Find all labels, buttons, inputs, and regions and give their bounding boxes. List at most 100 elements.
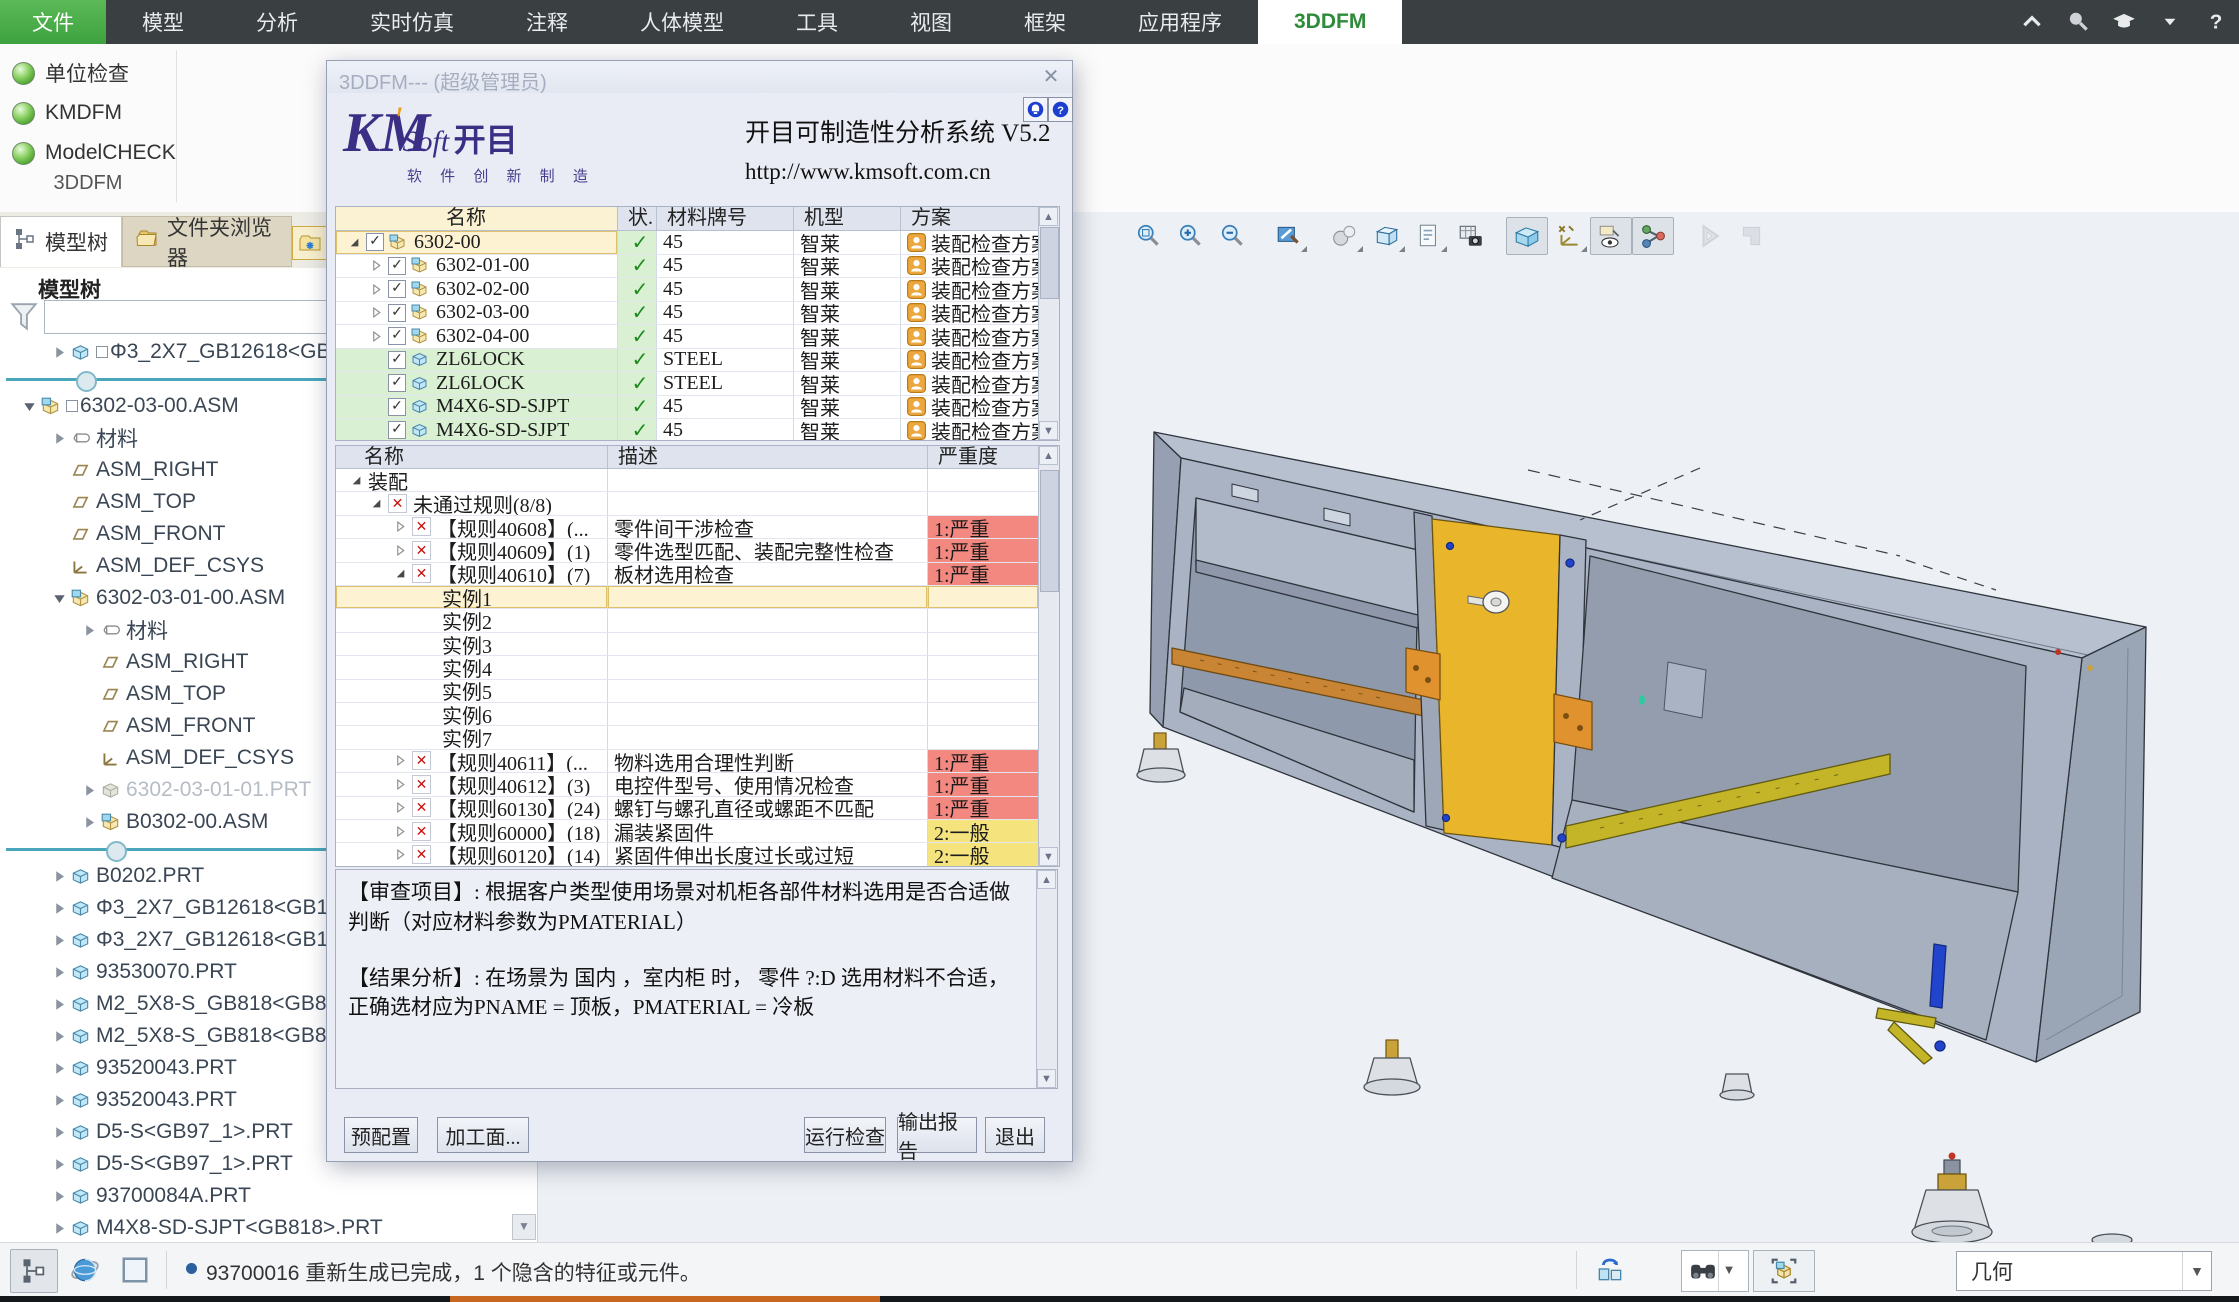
parts-col-机型[interactable]: 机型	[794, 207, 901, 231]
screen-capture-button[interactable]	[1450, 217, 1492, 255]
select-caret-icon[interactable]: ▼	[2182, 1252, 2211, 1290]
row-expander-closed[interactable]	[368, 281, 384, 297]
scroll-down[interactable]: ▼	[1039, 847, 1058, 866]
row-expander-open[interactable]	[346, 234, 362, 250]
rule-expander-closed[interactable]	[392, 823, 408, 839]
tree-item-93700084A.PRT[interactable]: 93700084A.PRT	[0, 1180, 537, 1212]
row-checkbox[interactable]: ✓	[388, 398, 406, 416]
help-icon[interactable]: ?	[2203, 9, 2229, 35]
menu-item-注释[interactable]: 注释	[490, 0, 604, 44]
menu-item-人体模型[interactable]: 人体模型	[604, 0, 760, 44]
tree-expander-closed[interactable]	[48, 430, 70, 446]
regenerate-icon[interactable]	[1594, 1253, 1626, 1285]
tree-expander-closed[interactable]	[48, 868, 70, 884]
display-style-button[interactable]	[1324, 217, 1366, 255]
rule-row[interactable]: ✕【规则40609】(1)零件选型匹配、装配完整性检查1:严重	[336, 539, 1039, 562]
row-checkbox[interactable]: ✓	[388, 421, 406, 439]
menu-item-模型[interactable]: 模型	[106, 0, 220, 44]
parts-table-scrollbar[interactable]: ▲▼	[1038, 207, 1059, 440]
rules-col-描述[interactable]: 描述	[608, 446, 928, 469]
rules-table-scrollbar[interactable]: ▲▼	[1038, 446, 1059, 866]
parts-row[interactable]: ✓6302-04-00✓45智莱装配检查方案	[336, 325, 1039, 349]
filter-icon[interactable]	[10, 300, 38, 334]
rule-expander-closed[interactable]	[392, 753, 408, 769]
menu-item-实时仿真[interactable]: 实时仿真	[334, 0, 490, 44]
tree-toggle-button[interactable]	[10, 1249, 58, 1293]
command-search-icon[interactable]	[2065, 9, 2091, 35]
analysis-text-area[interactable]: 【审查项目】: 根据客户类型使用场景对机柜各部件材料选用是否合适做判断（对应材料…	[335, 869, 1058, 1089]
tree-expander-closed[interactable]	[48, 1156, 70, 1172]
saved-views-button[interactable]	[1366, 217, 1408, 255]
annotation-display-button[interactable]	[1590, 217, 1632, 255]
parts-col-名称[interactable]: 名称	[336, 207, 618, 231]
splitter-handle[interactable]	[76, 371, 97, 392]
tree-expander-closed[interactable]	[48, 996, 70, 1012]
scroll-down[interactable]: ▼	[1039, 421, 1058, 440]
rules-col-名称[interactable]: 名称	[336, 446, 608, 469]
new-folder-button[interactable]	[292, 226, 328, 260]
splitter-handle[interactable]	[106, 841, 127, 862]
rule-row[interactable]: 实例7	[336, 726, 1039, 749]
tree-expander-closed[interactable]	[48, 1028, 70, 1044]
repaint-button[interactable]	[1268, 217, 1310, 255]
rule-row[interactable]: ✕【规则40612】(3)电控件型号、使用情况检查1:严重	[336, 773, 1039, 796]
dialog-help-button[interactable]: ?	[1048, 97, 1073, 122]
rule-row[interactable]: ✕未通过规则(8/8)	[336, 492, 1039, 515]
row-checkbox[interactable]: ✓	[388, 374, 406, 392]
tab-文件夹浏览器[interactable]: 文件夹浏览器	[122, 216, 292, 267]
rule-expander-closed[interactable]	[392, 847, 408, 863]
zoom-in-button[interactable]	[1170, 217, 1212, 255]
select-box-button[interactable]	[1753, 1250, 1815, 1292]
tree-expander-closed[interactable]	[48, 900, 70, 916]
rule-expander-closed[interactable]	[392, 519, 408, 535]
find-dropdown-caret[interactable]: ▼	[1718, 1251, 1739, 1291]
ribbon-button-单位检查[interactable]: 单位检查	[12, 56, 129, 90]
parts-row[interactable]: ✓M4X6-SD-SJPT✓45智莱装配检查方案	[336, 419, 1039, 441]
rule-row[interactable]: 实例5	[336, 680, 1039, 703]
rule-row[interactable]: ✕【规则40610】(7)板材选用检查1:严重	[336, 563, 1039, 586]
parts-row[interactable]: ✓ZL6LOCK✓STEEL智莱装配检查方案	[336, 372, 1039, 396]
ribbon-button-KMDFM[interactable]: KMDFM	[12, 96, 122, 130]
rule-row[interactable]: 实例3	[336, 633, 1039, 656]
web-browser-icon[interactable]	[70, 1255, 100, 1285]
menu-item-分析[interactable]: 分析	[220, 0, 334, 44]
menu-item-工具[interactable]: 工具	[760, 0, 874, 44]
tree-expander-closed[interactable]	[48, 932, 70, 948]
menu-item-应用程序[interactable]: 应用程序	[1102, 0, 1258, 44]
tab-模型树[interactable]: 模型树	[0, 216, 122, 267]
rule-row[interactable]: 实例4	[336, 656, 1039, 679]
row-checkbox[interactable]: ✓	[388, 327, 406, 345]
zoom-out-button[interactable]	[1212, 217, 1254, 255]
filter-type-select[interactable]: 几何 ▼	[1956, 1251, 2212, 1291]
rules-col-严重度[interactable]: 严重度	[928, 446, 1039, 469]
rule-expander-closed[interactable]	[392, 800, 408, 816]
row-checkbox[interactable]: ✓	[366, 233, 384, 251]
menu-item-框架[interactable]: 框架	[988, 0, 1102, 44]
view-manager-button[interactable]	[1408, 217, 1450, 255]
parts-row[interactable]: ✓6302-00✓45智莱装配检查方案	[336, 231, 1039, 255]
tree-expander-closed[interactable]	[78, 814, 100, 830]
parts-row[interactable]: ✓6302-03-00✓45智莱装配检查方案	[336, 302, 1039, 326]
rule-expander-closed[interactable]	[392, 542, 408, 558]
button-运行检查[interactable]: 运行检查	[804, 1117, 886, 1153]
tree-expander-closed[interactable]	[48, 1060, 70, 1076]
tree-expander-open[interactable]	[48, 590, 70, 606]
button-预配置[interactable]: 预配置	[344, 1117, 418, 1153]
perspective-view-button[interactable]	[1506, 217, 1548, 255]
tree-expander-closed[interactable]	[48, 344, 70, 360]
button-输出报告[interactable]: 输出报告	[897, 1117, 977, 1153]
row-expander-closed[interactable]	[368, 305, 384, 321]
rule-expander-open[interactable]	[392, 566, 408, 582]
rule-expander-closed[interactable]	[392, 776, 408, 792]
caret-down-icon[interactable]	[2157, 9, 2183, 35]
menu-item-文件[interactable]: 文件	[0, 0, 106, 44]
dialog-close-button[interactable]: ✕	[1038, 65, 1064, 89]
parts-row[interactable]: ✓6302-01-00✓45智莱装配检查方案	[336, 255, 1039, 279]
row-checkbox[interactable]: ✓	[388, 351, 406, 369]
rule-row[interactable]: 实例2	[336, 609, 1039, 632]
tree-expander-closed[interactable]	[48, 1092, 70, 1108]
rule-row[interactable]: 实例6	[336, 703, 1039, 726]
tree-expander-closed[interactable]	[48, 1188, 70, 1204]
button-加工面...[interactable]: 加工面...	[437, 1117, 529, 1153]
rule-row[interactable]: ✕【规则60130】(24)螺钉与螺孔直径或螺距不匹配1:严重	[336, 797, 1039, 820]
